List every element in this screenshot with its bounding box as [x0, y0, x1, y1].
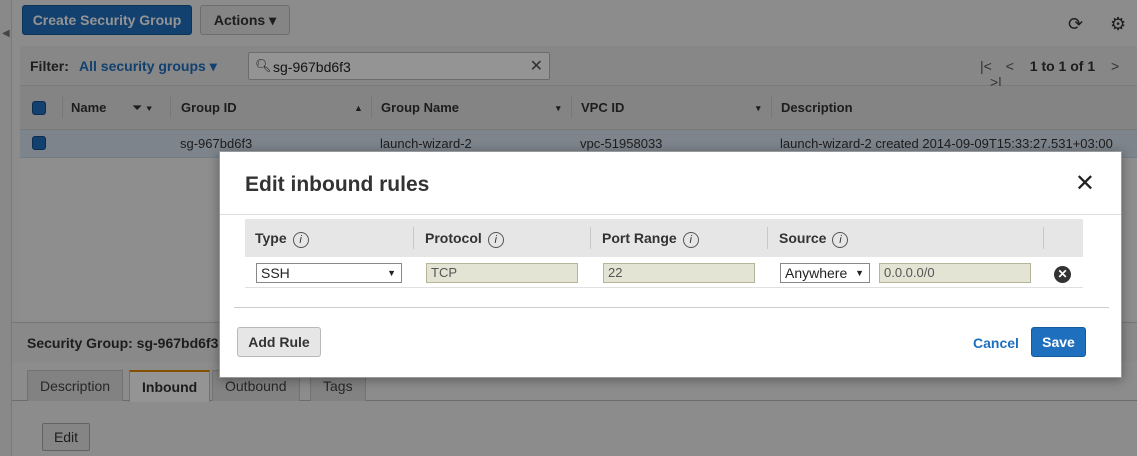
- info-icon[interactable]: i: [682, 232, 699, 248]
- protocol-field: TCP: [426, 263, 578, 283]
- edit-inbound-rules-dialog: Edit inbound rules ✕ Type i Protocol i Por…: [219, 151, 1122, 378]
- remove-rule-icon[interactable]: ✕: [1054, 266, 1071, 283]
- chevron-down-icon: ▼: [387, 268, 396, 278]
- add-rule-button[interactable]: Add Rule: [237, 327, 321, 357]
- header-type: Type i: [255, 230, 309, 248]
- close-icon[interactable]: ✕: [1075, 172, 1095, 196]
- source-select[interactable]: Anywhere ▼: [780, 263, 870, 283]
- header-source: Source i: [779, 230, 849, 248]
- info-icon[interactable]: i: [832, 232, 849, 248]
- rules-table-header: Type i Protocol i Port Range i Source i: [245, 219, 1083, 257]
- source-cidr-field: 0.0.0.0/0: [879, 263, 1031, 283]
- info-icon[interactable]: i: [487, 232, 504, 248]
- save-button[interactable]: Save: [1031, 327, 1086, 357]
- chevron-down-icon: ▼: [855, 268, 864, 278]
- dialog-title: Edit inbound rules: [245, 173, 430, 196]
- cancel-button[interactable]: Cancel: [973, 335, 1019, 351]
- rule-row: SSH ▼ TCP 22 Anywhere ▼ 0.0.0.0/0 ✕: [245, 258, 1083, 288]
- header-protocol: Protocol i: [425, 230, 504, 248]
- type-select[interactable]: SSH ▼: [256, 263, 402, 283]
- header-port-range: Port Range i: [602, 230, 699, 248]
- info-icon[interactable]: i: [292, 232, 309, 248]
- port-range-field: 22: [603, 263, 755, 283]
